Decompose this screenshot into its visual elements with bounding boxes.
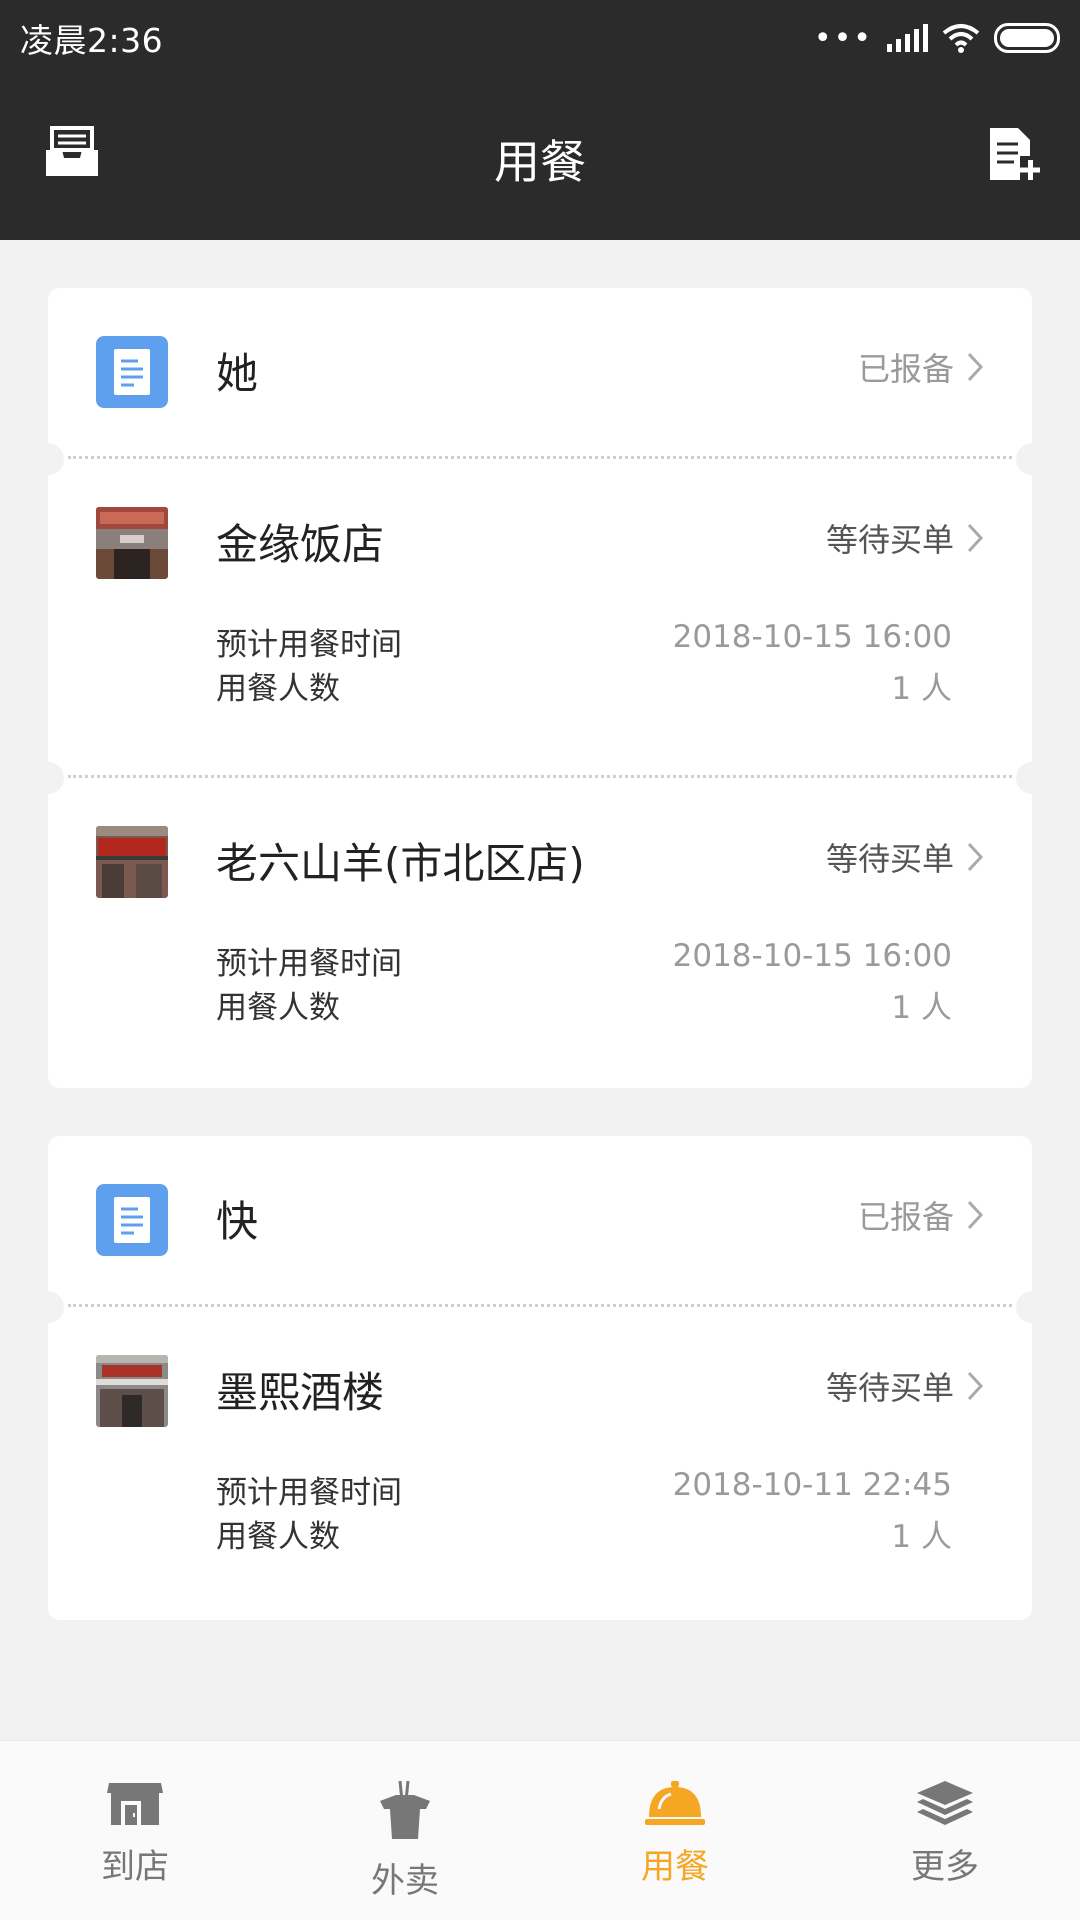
chevron-right-icon — [967, 1371, 984, 1401]
time-label: 预计用餐时间 — [216, 627, 402, 663]
nav-label: 外卖 — [371, 1861, 439, 1901]
people-label: 用餐人数 — [216, 671, 340, 707]
layers-icon — [917, 1781, 973, 1825]
status-icons: ••• — [814, 21, 1060, 56]
group-status-link[interactable]: 已报备 — [858, 1192, 984, 1238]
people-value: 1 人 — [891, 990, 952, 1026]
order-status: 等待买单 — [825, 521, 954, 559]
document-icon — [96, 336, 168, 408]
chevron-right-icon — [967, 352, 984, 382]
nav-item-more[interactable]: 更多 — [810, 1741, 1080, 1920]
shop-name: 老六山羊(市北区店) — [216, 839, 585, 888]
store-icon — [107, 1783, 163, 1825]
chevron-right-icon — [967, 842, 984, 872]
nav-label: 更多 — [911, 1847, 979, 1887]
people-value: 1 人 — [891, 671, 952, 707]
nav-item-takeout[interactable]: 外卖 — [270, 1741, 540, 1920]
people-value: 1 人 — [891, 1519, 952, 1555]
chevron-right-icon — [967, 1200, 984, 1230]
status-bar: 凌晨2:36 ••• — [0, 0, 1080, 76]
page-title: 用餐 — [494, 135, 586, 189]
nav-item-dining[interactable]: 用餐 — [540, 1741, 810, 1920]
chevron-right-icon — [967, 523, 984, 553]
shop-photo — [96, 1355, 168, 1427]
people-row: 用餐人数 1 人 — [216, 1511, 952, 1556]
nav-label: 用餐 — [641, 1847, 709, 1887]
order-status-link[interactable]: 等待买单 — [826, 1363, 984, 1409]
order-status-link[interactable]: 等待买单 — [826, 834, 984, 880]
takeout-box-icon — [380, 1780, 430, 1839]
shop-name: 金缘饭店 — [216, 520, 385, 569]
order-status: 等待买单 — [825, 1369, 954, 1407]
nav-item-store[interactable]: 到店 — [0, 1741, 270, 1920]
dining-cloche-icon — [645, 1781, 705, 1825]
nav-label: 到店 — [101, 1847, 169, 1887]
group-header[interactable]: 快 已报备 — [48, 1136, 1032, 1304]
group-status: 已报备 — [857, 350, 954, 388]
order-item[interactable]: 老六山羊(市北区店) 等待买单 预计用餐时间 2018-10-15 16:00 … — [48, 778, 1032, 1094]
time-row: 预计用餐时间 2018-10-15 16:00 — [216, 938, 952, 983]
shop-photo — [96, 507, 168, 579]
document-icon — [96, 1184, 168, 1256]
shop-name: 墨熙酒楼 — [216, 1368, 385, 1417]
group-name: 快 — [216, 1197, 259, 1246]
group-card: 她 已报备 金缘饭店 等待买单 预计用餐时间 2018-10-15 16:00 … — [32, 288, 1048, 1088]
shop-photo — [96, 826, 168, 898]
battery-icon — [994, 23, 1060, 53]
order-item[interactable]: 墨熙酒楼 等待买单 预计用餐时间 2018-10-11 22:45 用餐人数 1… — [48, 1307, 1032, 1623]
time-value: 2018-10-15 16:00 — [672, 619, 952, 655]
wifi-icon — [942, 24, 980, 53]
signal-icon — [887, 24, 928, 52]
time-label: 预计用餐时间 — [216, 1475, 402, 1511]
group-name: 她 — [216, 349, 259, 398]
group-status-link[interactable]: 已报备 — [858, 344, 984, 390]
time-label: 预计用餐时间 — [216, 946, 402, 982]
status-time: 凌晨2:36 — [20, 21, 164, 60]
group-card: 快 已报备 墨熙酒楼 等待买单 预计用餐时间 2018-10-11 22:45 … — [32, 1136, 1048, 1623]
time-value: 2018-10-15 16:00 — [672, 938, 952, 974]
time-value: 2018-10-11 22:45 — [672, 1467, 952, 1503]
people-label: 用餐人数 — [216, 990, 340, 1026]
order-status-link[interactable]: 等待买单 — [826, 515, 984, 561]
order-status: 等待买单 — [825, 840, 954, 878]
people-row: 用餐人数 1 人 — [216, 982, 952, 1027]
time-row: 预计用餐时间 2018-10-15 16:00 — [216, 619, 952, 664]
people-row: 用餐人数 1 人 — [216, 663, 952, 708]
more-dots-icon: ••• — [813, 20, 873, 56]
time-row: 预计用餐时间 2018-10-11 22:45 — [216, 1467, 952, 1512]
page: 凌晨2:36 ••• 用餐 她 已报备 金缘饭店 等待买单 预计用餐时间 201… — [0, 0, 1080, 1920]
document-add-icon[interactable] — [988, 126, 1040, 186]
group-header[interactable]: 她 已报备 — [48, 288, 1032, 456]
app-header: 用餐 — [0, 76, 1080, 240]
order-item[interactable]: 金缘饭店 等待买单 预计用餐时间 2018-10-15 16:00 用餐人数 1… — [48, 459, 1032, 775]
people-label: 用餐人数 — [216, 1519, 340, 1555]
bottom-nav: 到店 外卖 用餐 更多 — [0, 1740, 1080, 1920]
group-status: 已报备 — [857, 1198, 954, 1236]
